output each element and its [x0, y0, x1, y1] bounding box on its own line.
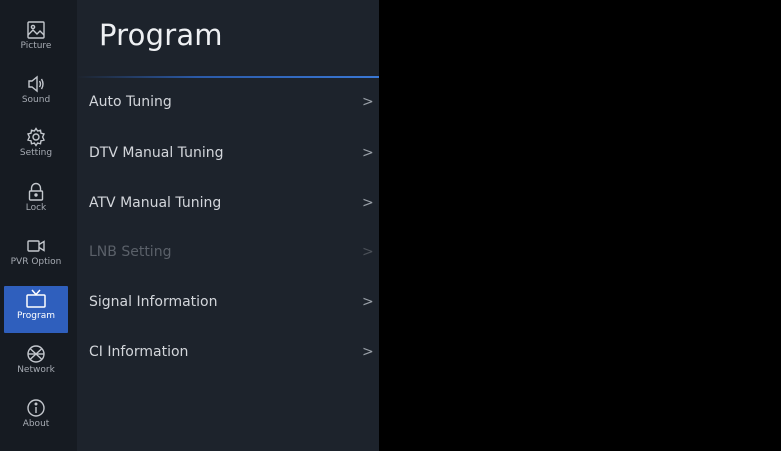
rail-item-label: About	[22, 419, 50, 429]
rail-item-lock[interactable]: Lock	[4, 180, 68, 227]
chevron-right-icon: >	[362, 195, 374, 211]
menu-item-lnb-setting: LNB Setting >	[77, 229, 379, 275]
preview-area	[379, 0, 781, 451]
rail-item-about[interactable]: About	[4, 396, 68, 443]
rail-item-label: PVR Option	[10, 257, 62, 267]
menu-item-dtv-manual-tuning[interactable]: DTV Manual Tuning >	[77, 130, 379, 176]
menu-item-label: ATV Manual Tuning	[89, 195, 222, 211]
menu-item-label: DTV Manual Tuning	[89, 145, 224, 161]
rail-item-setting[interactable]: Setting	[4, 125, 68, 172]
chevron-right-icon: >	[362, 145, 374, 161]
rail-item-label: Sound	[21, 95, 51, 105]
rail-item-network[interactable]: Network	[4, 342, 68, 389]
rail-item-program[interactable]: Program	[4, 286, 68, 333]
picture-icon	[26, 18, 46, 40]
rail-item-label: Picture	[20, 41, 52, 51]
tv-icon	[25, 286, 47, 310]
chevron-right-icon: >	[362, 244, 374, 260]
chevron-right-icon: >	[362, 94, 374, 110]
menu-item-auto-tuning[interactable]: Auto Tuning >	[77, 79, 379, 125]
menu-item-signal-information[interactable]: Signal Information >	[77, 279, 379, 325]
rail-item-label: Lock	[25, 203, 47, 213]
tv-settings-screen: Picture Sound Setting Lock PVR Option Pr…	[0, 0, 781, 451]
chevron-right-icon: >	[362, 294, 374, 310]
lock-icon	[26, 180, 46, 202]
menu-item-ci-information[interactable]: CI Information >	[77, 329, 379, 375]
speaker-icon	[26, 72, 46, 94]
video-camera-icon	[26, 234, 46, 256]
rail-item-sound[interactable]: Sound	[4, 72, 68, 119]
rail-item-label: Program	[17, 311, 55, 321]
menu-item-atv-manual-tuning[interactable]: ATV Manual Tuning >	[77, 180, 379, 226]
rail-item-label: Network	[17, 365, 55, 375]
menu-item-label: Auto Tuning	[89, 94, 172, 110]
rail-item-label: Setting	[19, 148, 53, 158]
chevron-right-icon: >	[362, 344, 374, 360]
gear-icon	[26, 125, 46, 147]
rail-item-picture[interactable]: Picture	[4, 18, 68, 65]
menu-item-label: LNB Setting	[89, 244, 172, 260]
menu-item-label: CI Information	[89, 344, 189, 360]
rail-item-pvr-option[interactable]: PVR Option	[4, 234, 68, 281]
title-divider	[77, 76, 379, 78]
page-title: Program	[99, 18, 223, 52]
menu-item-label: Signal Information	[89, 294, 218, 310]
globe-icon	[26, 342, 46, 364]
category-rail: Picture Sound Setting Lock PVR Option Pr…	[0, 0, 77, 451]
program-menu-panel: Program Auto Tuning > DTV Manual Tuning …	[77, 0, 379, 451]
info-icon	[26, 396, 46, 418]
